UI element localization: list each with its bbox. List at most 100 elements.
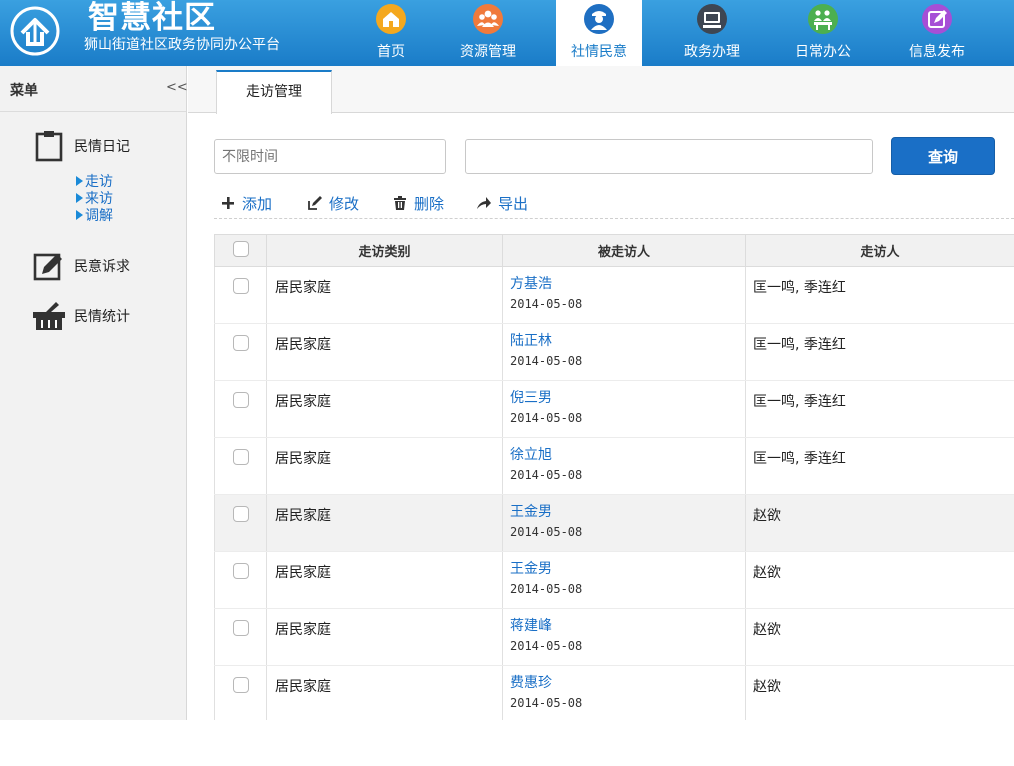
nav-label: 政务办理 [684, 44, 740, 60]
table-header-row: 走访类别 被走访人 走访人 [214, 234, 1014, 267]
nav-label: 首页 [377, 44, 405, 60]
select-all-checkbox[interactable] [232, 240, 249, 257]
query-button[interactable]: 查询 [891, 137, 995, 175]
visitor-cell: 赵欲 [745, 608, 1014, 666]
police-icon [583, 3, 615, 35]
sidebar-group-label: 民意诉求 [74, 259, 130, 275]
sidebar-item-incoming-visit[interactable]: 来访 [76, 191, 113, 207]
sidebar-group-statistics[interactable]: 民情统计 [0, 300, 186, 340]
visited-person-cell: 倪三男 2014-05-08 [502, 380, 746, 438]
visitor-cell: 匡一鸣, 季连红 [745, 266, 1014, 324]
sidebar-item-label: 走访 [85, 174, 113, 190]
visited-person-link[interactable]: 费惠珍 [510, 674, 745, 692]
visited-person-link[interactable]: 徐立旭 [510, 446, 745, 464]
export-button[interactable]: 导出 [476, 193, 528, 215]
row-checkbox[interactable] [232, 449, 249, 465]
table-row[interactable]: 居民家庭 王金男 2014-05-08 赵欲 [214, 551, 1014, 609]
visited-person-cell: 徐立旭 2014-05-08 [502, 437, 746, 495]
visitor-cell: 赵欲 [745, 494, 1014, 552]
top-header: 智慧社区 狮山街道社区政务协同办公平台 首页 资源管理 社情民意 政务办理 日常… [0, 0, 1014, 66]
pencil-icon [307, 195, 323, 211]
row-select-cell [214, 266, 267, 324]
visited-person-cell: 王金男 2014-05-08 [502, 551, 746, 609]
row-select-cell [214, 380, 267, 438]
column-header[interactable]: 被走访人 [502, 234, 746, 267]
nav-label: 日常办公 [795, 44, 851, 60]
visitor-cell: 匡一鸣, 季连红 [745, 323, 1014, 381]
add-button[interactable]: 添加 [220, 193, 272, 215]
visit-type-cell: 居民家庭 [266, 608, 503, 666]
basket-icon [32, 300, 66, 332]
collapse-icon[interactable]: << [166, 80, 188, 95]
visit-type-cell: 居民家庭 [266, 551, 503, 609]
nav-home[interactable]: 首页 [348, 0, 434, 66]
nav-resources[interactable]: 资源管理 [445, 0, 531, 66]
row-checkbox[interactable] [232, 278, 249, 294]
column-header[interactable]: 走访人 [745, 234, 1014, 267]
logo-icon [10, 6, 60, 56]
plus-icon [220, 195, 236, 211]
nav-label: 资源管理 [460, 44, 516, 60]
edit-icon [32, 250, 66, 282]
visited-person-link[interactable]: 方基浩 [510, 275, 745, 293]
visited-person-link[interactable]: 蒋建峰 [510, 617, 745, 635]
people-icon [472, 3, 504, 35]
table-row[interactable]: 居民家庭 陆正林 2014-05-08 匡一鸣, 季连红 [214, 323, 1014, 381]
export-label: 导出 [498, 195, 529, 213]
visited-person-link[interactable]: 王金男 [510, 503, 745, 521]
sidebar-item-label: 来访 [85, 191, 113, 207]
row-checkbox[interactable] [232, 335, 249, 351]
search-input[interactable] [465, 139, 873, 174]
time-filter-input[interactable] [214, 139, 446, 174]
sidebar-item-label: 调解 [85, 208, 113, 224]
tab-visit-management[interactable]: 走访管理 [216, 70, 332, 114]
table-row[interactable]: 居民家庭 徐立旭 2014-05-08 匡一鸣, 季连红 [214, 437, 1014, 495]
row-checkbox[interactable] [232, 620, 249, 636]
visit-type-cell: 居民家庭 [266, 266, 503, 324]
row-checkbox[interactable] [232, 677, 249, 693]
visit-type-cell: 居民家庭 [266, 665, 503, 723]
edit-button[interactable]: 修改 [307, 193, 359, 215]
toolbar-divider [214, 218, 1014, 219]
sidebar-item-visit[interactable]: 走访 [76, 174, 113, 190]
monitor-icon [696, 3, 728, 35]
visited-person-cell: 蒋建峰 2014-05-08 [502, 608, 746, 666]
delete-button[interactable]: 删除 [392, 193, 444, 215]
clipboard-icon [32, 130, 66, 162]
nav-label: 社情民意 [571, 44, 627, 60]
table-row[interactable]: 居民家庭 倪三男 2014-05-08 匡一鸣, 季连红 [214, 380, 1014, 438]
visit-date: 2014-05-08 [510, 582, 583, 596]
visit-date: 2014-05-08 [510, 354, 583, 368]
table-row[interactable]: 居民家庭 方基浩 2014-05-08 匡一鸣, 季连红 [214, 266, 1014, 324]
table-row[interactable]: 居民家庭 费惠珍 2014-05-08 赵欲 [214, 665, 1014, 723]
nav-daily-office[interactable]: 日常办公 [780, 0, 866, 66]
visited-person-link[interactable]: 倪三男 [510, 389, 745, 407]
table-row[interactable]: 居民家庭 蒋建峰 2014-05-08 赵欲 [214, 608, 1014, 666]
tab-strip: 走访管理 [188, 66, 1014, 114]
table-row[interactable]: 居民家庭 王金男 2014-05-08 赵欲 [214, 494, 1014, 552]
row-checkbox[interactable] [232, 392, 249, 408]
visitor-cell: 赵欲 [745, 551, 1014, 609]
sidebar-group-diary[interactable]: 民情日记 [0, 130, 186, 170]
visit-type-cell: 居民家庭 [266, 494, 503, 552]
sidebar-group-appeals[interactable]: 民意诉求 [0, 250, 186, 290]
visited-person-link[interactable]: 陆正林 [510, 332, 745, 350]
triangle-right-icon [76, 193, 83, 203]
share-arrow-icon [476, 195, 492, 211]
nav-label: 信息发布 [909, 44, 965, 60]
visit-type-cell: 居民家庭 [266, 437, 503, 495]
row-checkbox[interactable] [232, 506, 249, 522]
visit-date: 2014-05-08 [510, 411, 583, 425]
nav-government-affairs[interactable]: 政务办理 [669, 0, 755, 66]
visitor-cell: 赵欲 [745, 665, 1014, 723]
sidebar-item-mediation[interactable]: 调解 [76, 208, 113, 224]
app-subtitle: 狮山街道社区政务协同办公平台 [84, 37, 280, 53]
sidebar-header: 菜单 << [0, 66, 188, 112]
edit-label: 修改 [329, 195, 360, 213]
visited-person-link[interactable]: 王金男 [510, 560, 745, 578]
column-header[interactable]: 走访类别 [266, 234, 503, 267]
nav-info-publish[interactable]: 信息发布 [894, 0, 980, 66]
nav-public-opinion[interactable]: 社情民意 [556, 0, 642, 66]
row-checkbox[interactable] [232, 563, 249, 579]
app-window: 智慧社区 狮山街道社区政务协同办公平台 首页 资源管理 社情民意 政务办理 日常… [0, 0, 1014, 766]
